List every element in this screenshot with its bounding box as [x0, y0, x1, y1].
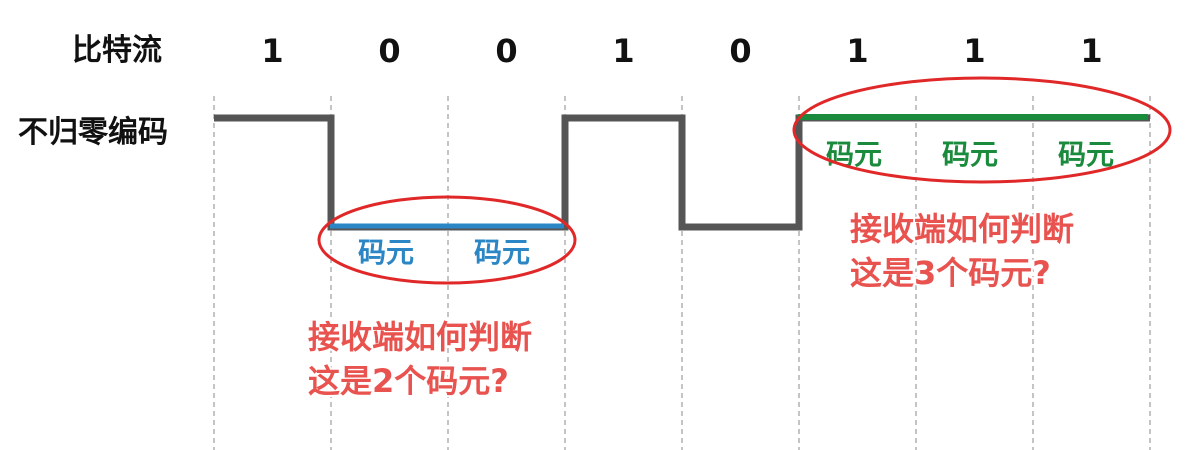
- nrz-encoding-label: 不归零编码: [18, 115, 168, 150]
- bit-values: 1 0 0 1 0 1 1 1: [261, 32, 1102, 70]
- bit-value: 1: [846, 32, 868, 70]
- symbol-label-blue-1: 码元: [358, 236, 414, 269]
- bit-value: 0: [729, 32, 751, 70]
- bit-value: 1: [612, 32, 634, 70]
- symbol-label-green-3: 码元: [1058, 138, 1114, 171]
- symbol-label-blue-2: 码元: [474, 236, 530, 269]
- question-right-line2: 这是3个码元?: [850, 254, 1051, 292]
- question-left-line2: 这是2个码元?: [308, 362, 509, 400]
- bit-value: 1: [1080, 32, 1102, 70]
- question-left-line1: 接收端如何判断: [308, 318, 532, 356]
- nrz-diagram: 比特流 不归零编码 1 0 0 1 0 1 1 1 码元 码元 码元 码元 码元 接收端如何判…: [0, 0, 1203, 450]
- bit-value: 1: [261, 32, 283, 70]
- bitstream-label: 比特流: [72, 33, 162, 68]
- bit-value: 1: [963, 32, 985, 70]
- symbol-label-green-2: 码元: [942, 138, 998, 171]
- bit-value: 0: [378, 32, 400, 70]
- nrz-figure: 比特流 不归零编码 1 0 0 1 0 1 1 1 码元 码元 码元 码元 码元 接收端如何判…: [18, 32, 1172, 450]
- bit-value: 0: [495, 32, 517, 70]
- question-right-line1: 接收端如何判断: [850, 210, 1074, 248]
- symbol-label-green-1: 码元: [826, 138, 882, 171]
